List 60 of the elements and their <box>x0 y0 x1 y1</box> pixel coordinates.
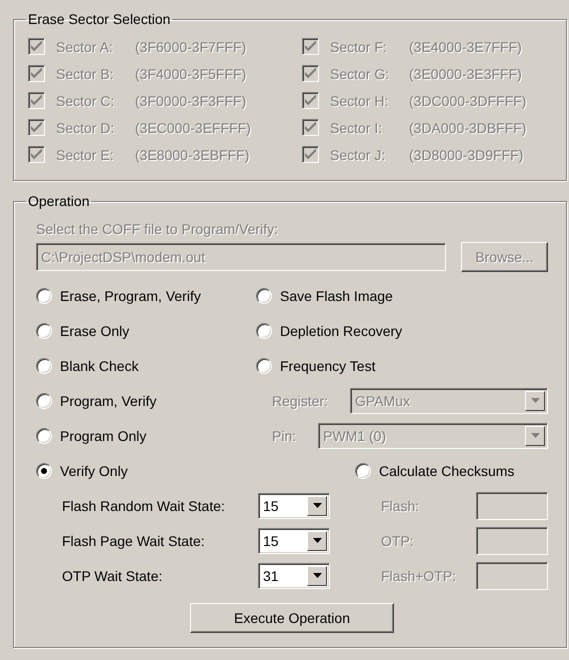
address-range: (3F6000-3F7FFF) <box>135 38 246 54</box>
checkmark-icon <box>31 122 42 133</box>
checkmark-icon <box>31 41 42 52</box>
dropdown[interactable]: 31 <box>258 562 330 588</box>
field-label: Register: <box>272 392 328 408</box>
checkmark-icon <box>31 149 42 160</box>
field-label: OTP: <box>381 532 415 548</box>
radio-button[interactable]: Verify Only <box>36 462 128 478</box>
radio-button[interactable]: Depletion Recovery <box>256 322 402 338</box>
radio-button[interactable]: Program Only <box>36 428 146 444</box>
address-range: (3DA000-3DBFFF) <box>409 120 526 136</box>
caret-icon <box>530 433 540 438</box>
caret-icon <box>312 503 322 508</box>
radio-indicator[interactable] <box>256 322 272 338</box>
dropdown[interactable]: 15 <box>258 492 330 518</box>
radio-indicator[interactable] <box>36 462 52 478</box>
checkmark-icon <box>305 68 316 79</box>
field-label: Pin: <box>272 428 296 444</box>
field-label: Flash Random Wait State: <box>62 498 226 514</box>
dropdown[interactable]: 15 <box>258 528 330 554</box>
checkmark-icon <box>305 122 316 133</box>
checkmark-icon <box>305 149 316 160</box>
checkmark-icon <box>31 68 42 79</box>
radio-button[interactable]: Program, Verify <box>36 392 156 408</box>
radio-indicator[interactable] <box>36 322 52 338</box>
field-label: Select the COFF file to Program/Verify: <box>36 221 278 237</box>
address-range: (3DC000-3DFFFF) <box>409 92 526 108</box>
address-range: (3EC000-3EFFFF) <box>135 120 251 136</box>
address-range: (3F0000-3F3FFF) <box>135 92 246 108</box>
radio-indicator[interactable] <box>36 358 52 374</box>
radio-button[interactable]: Frequency Test <box>256 358 376 374</box>
radio-indicator[interactable] <box>256 358 272 374</box>
address-range: (3E8000-3EBFFF) <box>135 146 250 162</box>
checkmark-icon <box>31 95 42 106</box>
radio-button[interactable]: Erase Only <box>36 322 130 338</box>
field-label: OTP Wait State: <box>62 568 164 584</box>
checkmark-icon <box>305 95 316 106</box>
radio-indicator[interactable] <box>256 288 272 304</box>
caret-icon <box>312 573 322 578</box>
radio-button[interactable]: Save Flash Image <box>256 288 393 304</box>
group-title: Operation <box>27 193 90 209</box>
address-range: (3F4000-3F5FFF) <box>135 66 246 82</box>
checkmark-icon <box>305 41 316 52</box>
radio-button[interactable]: Erase, Program, Verify <box>36 288 201 304</box>
radio-indicator[interactable] <box>36 428 52 444</box>
group-title: Erase Sector Selection <box>27 11 172 27</box>
radio-indicator[interactable] <box>36 288 52 304</box>
radio-button[interactable]: Calculate Checksums <box>355 462 514 478</box>
field-label: Flash+OTP: <box>381 568 458 584</box>
radio-button[interactable]: Blank Check <box>36 358 139 374</box>
address-range: (3E4000-3E7FFF) <box>409 38 522 54</box>
field-label: Flash Page Wait State: <box>62 532 206 548</box>
radio-indicator[interactable] <box>36 392 52 408</box>
address-range: (3D8000-3D9FFF) <box>409 146 524 162</box>
radio-indicator[interactable] <box>355 462 371 478</box>
execute-button[interactable]: Execute Operation <box>190 603 394 633</box>
caret-icon <box>530 398 540 403</box>
field-label: Flash: <box>381 498 420 514</box>
address-range: (3E0000-3E3FFF) <box>409 66 522 82</box>
caret-icon <box>312 538 322 543</box>
